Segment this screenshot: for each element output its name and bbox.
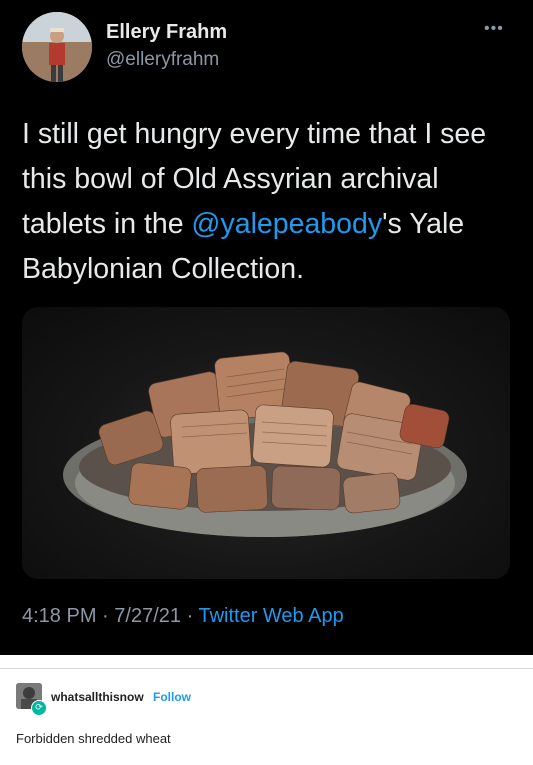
- follow-button[interactable]: Follow: [153, 690, 191, 704]
- tweet-source-link[interactable]: Twitter Web App: [198, 605, 343, 627]
- tweet-time[interactable]: 4:18 PM: [22, 605, 96, 627]
- reblog-icon: ⟳: [31, 700, 47, 716]
- meta-separator: ·: [102, 605, 109, 627]
- tweet-card: Ellery Frahm @elleryfrahm ••• I still ge…: [0, 0, 533, 655]
- avatar-photo: [22, 12, 92, 82]
- tweet-meta: 4:18 PM · 7/27/21 · Twitter Web App: [22, 605, 344, 628]
- author-handle[interactable]: @elleryfrahm: [106, 49, 219, 71]
- divider: [0, 668, 533, 669]
- meta-separator-2: ·: [186, 605, 194, 627]
- reblog-comment: Forbidden shredded wheat: [16, 731, 171, 746]
- mention-link[interactable]: @yalepeabody: [192, 208, 383, 240]
- tweet-image[interactable]: [22, 307, 510, 579]
- more-horizontal-icon[interactable]: •••: [484, 20, 504, 38]
- reblogger-username[interactable]: whatsallthisnow: [51, 690, 144, 704]
- tweet-text: I still get hungry every time that I see…: [22, 112, 512, 292]
- tablets-bowl-image: [63, 351, 467, 537]
- tweet-date[interactable]: 7/27/21: [114, 605, 181, 627]
- author-avatar[interactable]: [22, 12, 92, 82]
- author-name[interactable]: Ellery Frahm: [106, 21, 227, 44]
